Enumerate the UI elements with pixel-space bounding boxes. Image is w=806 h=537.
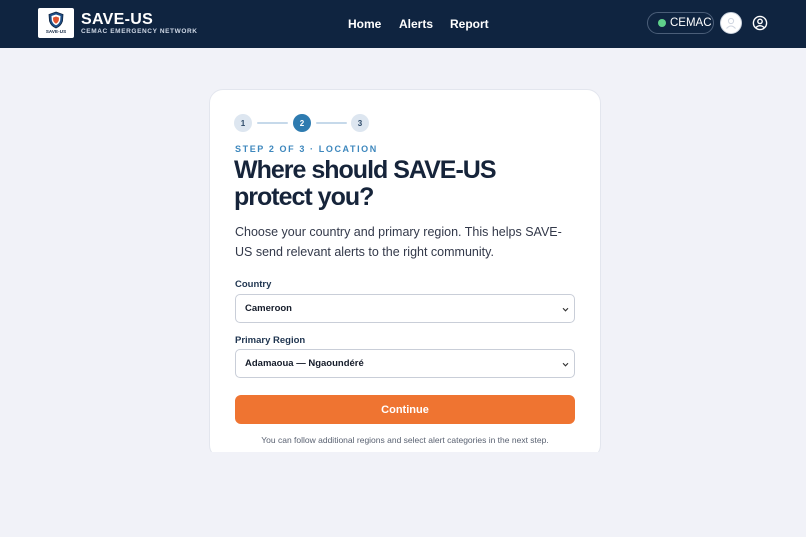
chevron-down-icon <box>562 362 569 367</box>
stepper-connector <box>257 122 288 124</box>
nav-alerts-link[interactable]: Alerts <box>399 16 433 32</box>
stepper-connector <box>316 122 347 124</box>
chevron-down-icon <box>562 307 569 312</box>
primary-region-select[interactable]: Adamaoua — Ngaoundéré <box>235 349 575 378</box>
page-title: Where should SAVE-US protect you? <box>234 156 497 211</box>
primary-region-label: Primary Region <box>235 335 306 346</box>
country-select[interactable]: Cameroon <box>235 294 575 323</box>
region-selector-pill[interactable]: CEMAC <box>647 12 714 34</box>
primary-region-select-value: Adamaoua — Ngaoundéré <box>245 358 364 369</box>
step-indicator-2-current: 2 <box>293 114 311 132</box>
page-background-lower <box>0 452 806 537</box>
country-select-value: Cameroon <box>245 303 292 314</box>
progress-stepper: 1 2 3 <box>234 114 374 132</box>
account-icon[interactable] <box>752 15 768 31</box>
step-indicator-3: 3 <box>351 114 369 132</box>
region-pill-label: CEMAC <box>670 17 712 29</box>
country-label: Country <box>235 279 272 290</box>
user-avatar-icon <box>726 17 736 29</box>
user-avatar[interactable] <box>720 12 742 34</box>
step-eyebrow: STEP 2 OF 3 · LOCATION <box>235 144 378 154</box>
top-navigation-bar: SAVE-US SAVE-US CEMAC EMERGENCY NETWORK … <box>0 0 806 48</box>
nav-home-link[interactable]: Home <box>348 16 381 32</box>
nav-report-link[interactable]: Report <box>450 16 489 32</box>
continue-button[interactable]: Continue <box>235 395 575 424</box>
step-indicator-1: 1 <box>234 114 252 132</box>
status-dot-icon <box>658 19 666 27</box>
next-step-hint: You can follow additional regions and se… <box>261 435 549 445</box>
intro-text: Choose your country and primary region. … <box>235 225 562 259</box>
